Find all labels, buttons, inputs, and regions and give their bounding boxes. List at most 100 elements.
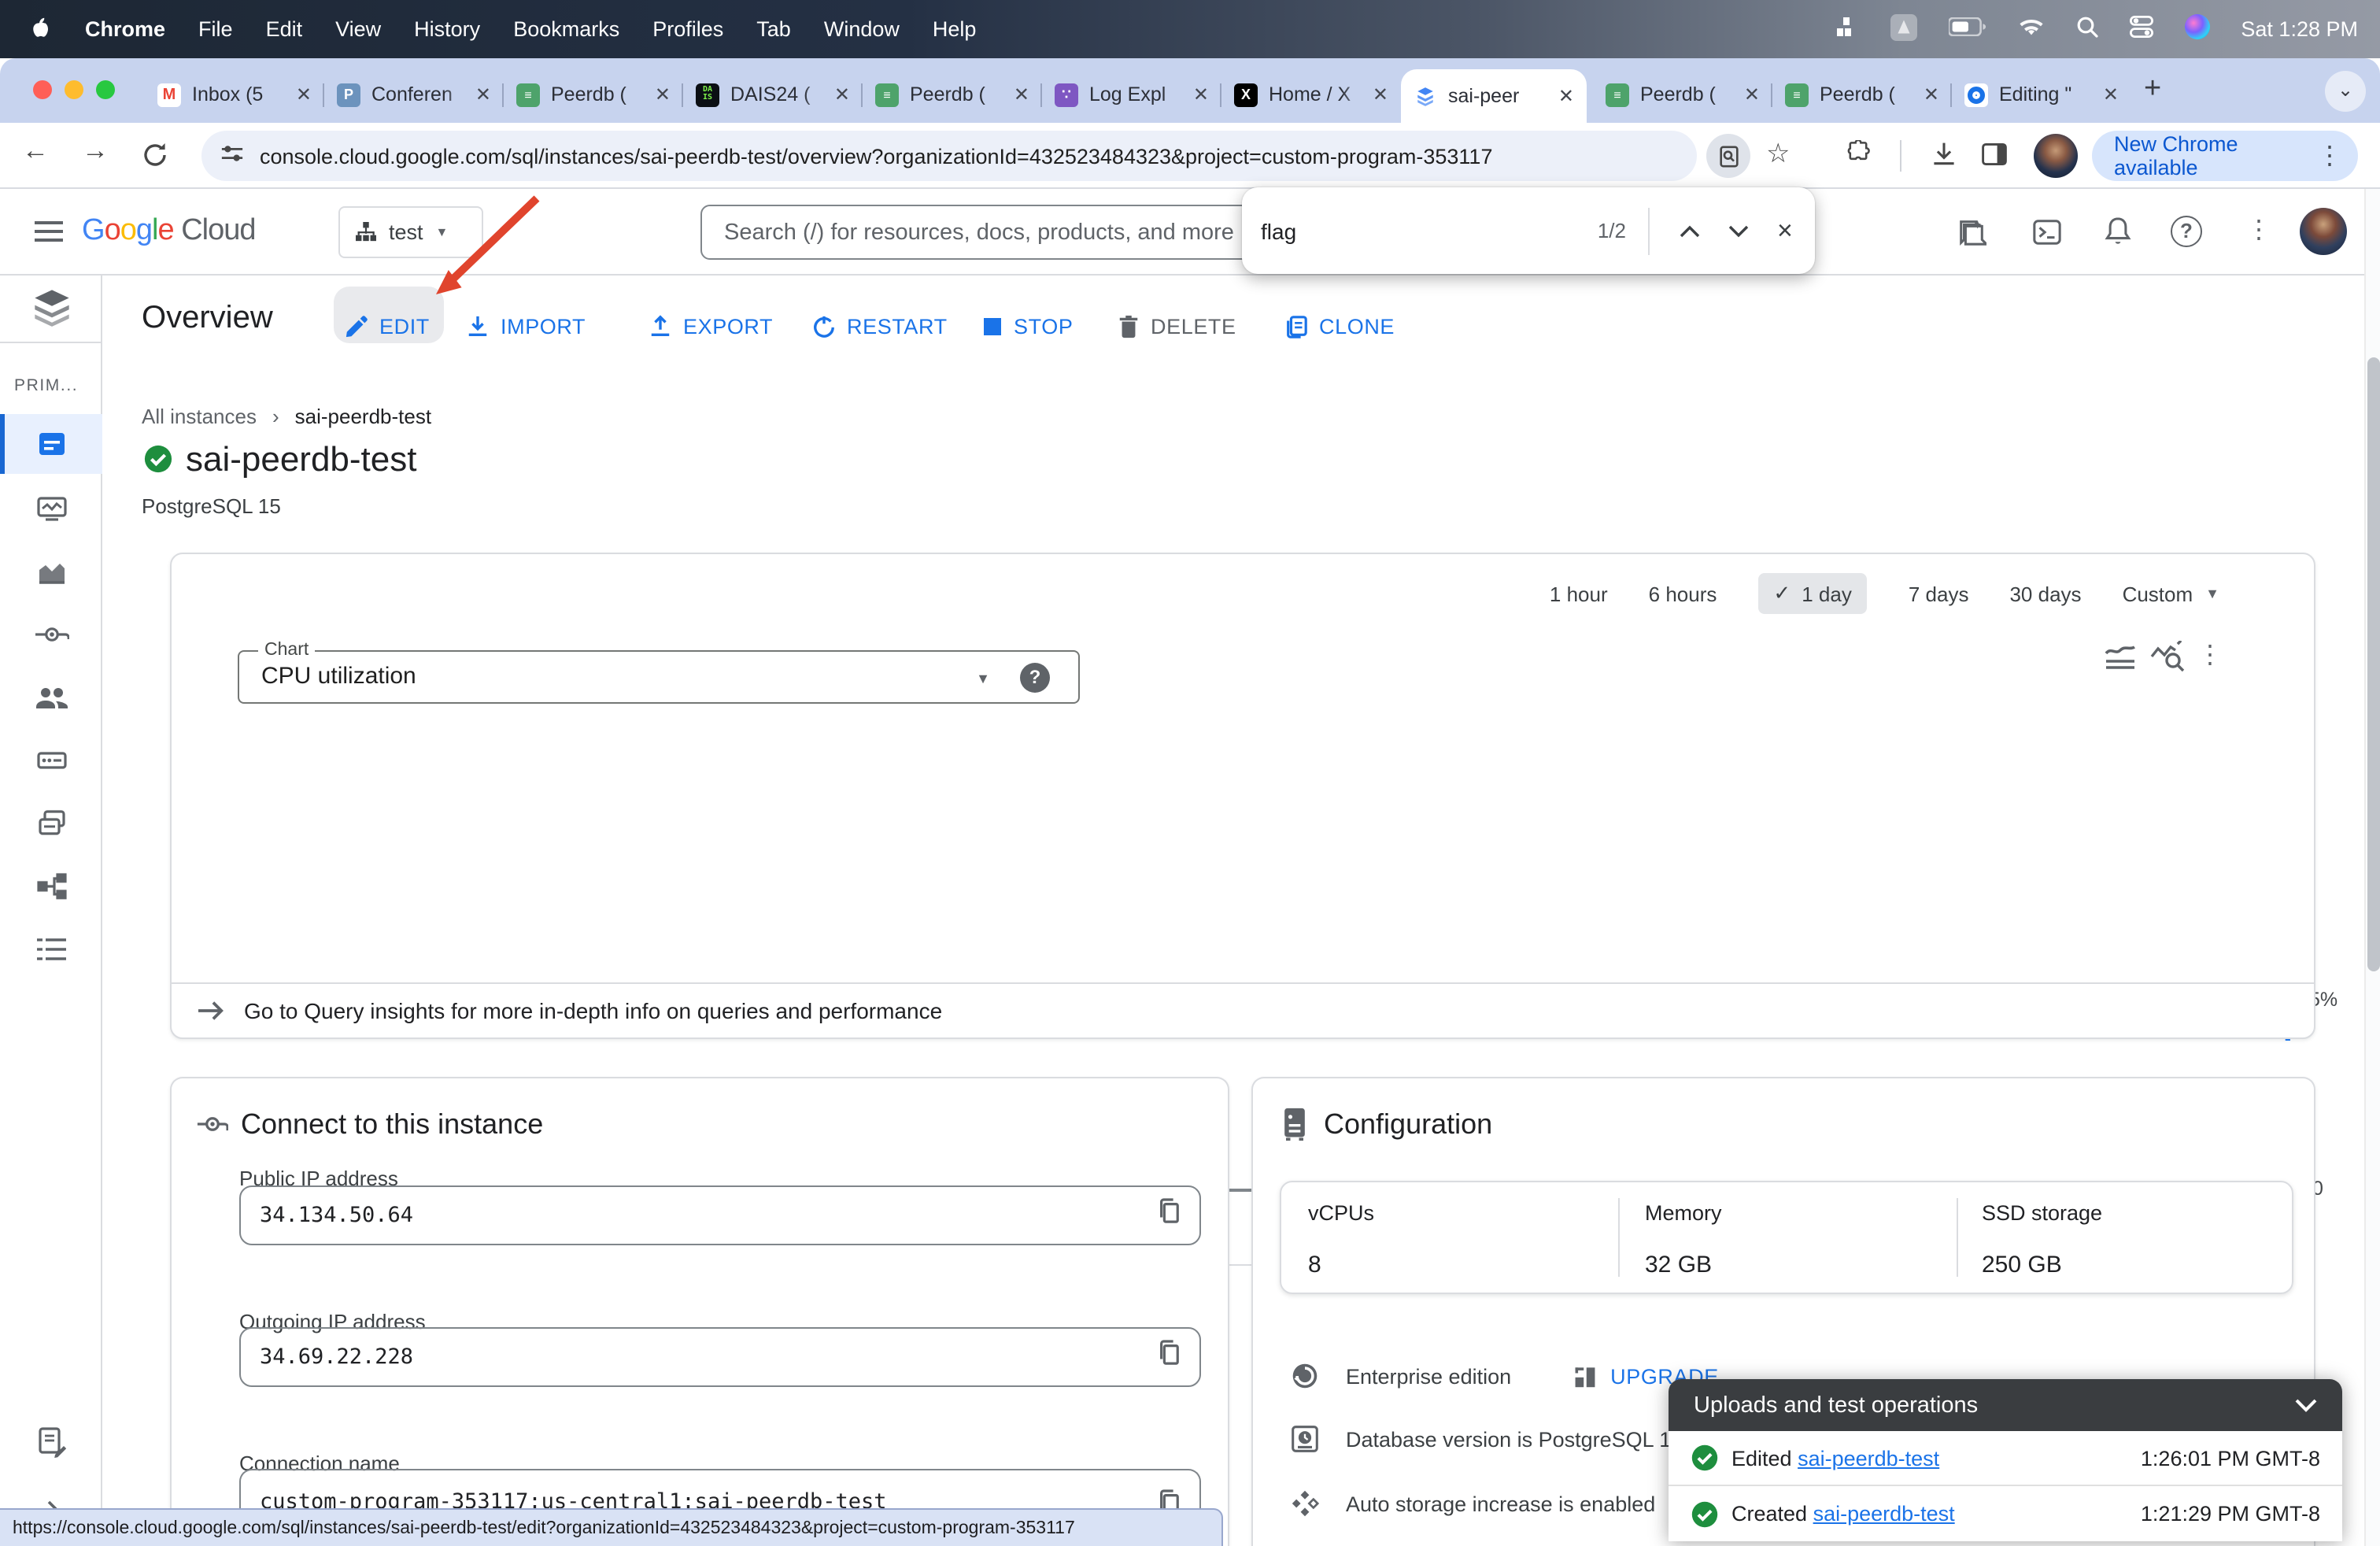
minimize-window-button[interactable] — [65, 80, 83, 99]
downloads-icon[interactable] — [1930, 140, 1958, 176]
close-tab-icon[interactable]: ✕ — [1014, 83, 1029, 105]
reload-icon[interactable] — [142, 142, 168, 176]
spotlight-icon[interactable] — [2075, 16, 2098, 43]
scrollbar-thumb[interactable] — [2367, 357, 2380, 971]
find-in-page-bar[interactable]: 1/2 × — [1242, 187, 1815, 274]
tab-peerdb-4[interactable]: ≡ Peerdb (✕ — [1772, 71, 1952, 118]
sidebar-item-users[interactable] — [0, 668, 102, 727]
site-settings-icon[interactable] — [220, 142, 244, 170]
app-menu-icon[interactable] — [1890, 13, 1917, 45]
side-panel-icon[interactable] — [1980, 140, 2009, 176]
find-in-page-icon[interactable] — [1706, 134, 1750, 178]
menu-file[interactable]: File — [198, 17, 233, 41]
profile-avatar[interactable] — [2034, 134, 2078, 178]
close-tab-icon[interactable]: ✕ — [655, 83, 671, 105]
close-tab-icon[interactable]: ✕ — [1744, 83, 1760, 105]
export-button[interactable]: EXPORT — [649, 298, 773, 354]
back-icon[interactable]: ← — [22, 135, 49, 167]
menu-tab[interactable]: Tab — [756, 17, 791, 41]
forward-icon[interactable]: → — [82, 135, 109, 167]
sidebar-item-databases[interactable] — [0, 730, 102, 790]
menu-profiles[interactable]: Profiles — [652, 17, 723, 41]
sidebar-item-operations[interactable] — [0, 919, 102, 979]
stats-widget-icon[interactable] — [1836, 16, 1858, 43]
close-tab-icon[interactable]: ✕ — [834, 83, 850, 105]
close-tab-icon[interactable]: ✕ — [1924, 83, 1939, 105]
maximize-window-button[interactable] — [96, 80, 115, 99]
outgoing-ip-field[interactable]: 34.69.22.228 — [239, 1327, 1201, 1387]
close-tab-icon[interactable]: ✕ — [1558, 85, 1574, 107]
tab-conference[interactable]: P Conferen ✕ — [324, 71, 504, 118]
sidebar-item-overview[interactable] — [0, 414, 102, 474]
tab-dais24[interactable]: DA IS DAIS24 (✕ — [683, 71, 863, 118]
page-scrollbar[interactable] — [2364, 189, 2380, 1546]
sidebar-item-system-insights[interactable] — [0, 542, 102, 601]
tab-inbox[interactable]: M Inbox (5 ✕ — [145, 71, 324, 118]
copy-icon[interactable] — [1157, 1198, 1181, 1233]
bookmark-star-icon[interactable]: ☆ — [1766, 139, 1791, 170]
sidebar-item-replicas[interactable] — [0, 856, 102, 916]
tab-peerdb-1[interactable]: ≡ Peerdb (✕ — [504, 71, 683, 118]
menu-clock[interactable]: Sat 1:28 PM — [2241, 17, 2358, 41]
tab-x-home[interactable]: X Home / X ✕ — [1221, 71, 1401, 118]
apple-icon[interactable] — [28, 13, 52, 45]
menu-window[interactable]: Window — [824, 17, 900, 41]
siri-icon[interactable] — [2184, 14, 2210, 44]
find-close-icon[interactable]: × — [1763, 215, 1812, 246]
close-window-button[interactable] — [33, 80, 52, 99]
tab-peerdb-2[interactable]: ≡ Peerdb (✕ — [863, 71, 1042, 118]
wifi-icon[interactable] — [2017, 17, 2044, 42]
query-insights-link-row[interactable]: Go to Query insights for more in-depth i… — [170, 982, 2315, 1039]
control-center-icon[interactable] — [2129, 15, 2153, 43]
tab-search-chevron-button[interactable]: ⌄ — [2325, 71, 2366, 112]
find-previous-icon[interactable] — [1665, 216, 1714, 245]
import-button[interactable]: IMPORT — [466, 298, 586, 354]
menu-view[interactable]: View — [335, 17, 381, 41]
clone-button[interactable]: CLONE — [1284, 298, 1395, 354]
account-avatar[interactable] — [2300, 208, 2347, 255]
operation-target-link[interactable]: sai-peerdb-test — [1798, 1446, 1939, 1470]
cloud-shell-icon[interactable] — [2032, 217, 2062, 255]
project-picker[interactable]: test ▼ — [338, 206, 483, 258]
public-ip-field[interactable]: 34.134.50.64 — [239, 1185, 1201, 1245]
notifications-bell-icon[interactable] — [2103, 216, 2133, 255]
sidebar-item-monitoring[interactable] — [0, 479, 102, 538]
release-notes-icon[interactable] — [1957, 217, 1990, 255]
find-next-icon[interactable] — [1714, 216, 1763, 245]
operations-panel-header[interactable]: Uploads and test operations — [1669, 1379, 2342, 1431]
menu-bookmarks[interactable]: Bookmarks — [513, 17, 619, 41]
close-tab-icon[interactable]: ✕ — [1373, 83, 1388, 105]
extensions-icon[interactable] — [1845, 139, 1872, 175]
tab-log-explorer[interactable]: ∵ Log Expl ✕ — [1042, 71, 1221, 118]
find-input[interactable] — [1261, 218, 1544, 243]
close-tab-icon[interactable]: ✕ — [2103, 83, 2119, 105]
google-cloud-logo[interactable]: Google Cloud — [82, 214, 257, 249]
menu-history[interactable]: History — [414, 17, 480, 41]
tab-peerdb-3[interactable]: ≡ Peerdb (✕ — [1593, 71, 1772, 118]
tab-sai-peerdb-active[interactable]: sai-peer ✕ — [1401, 69, 1587, 123]
operation-target-link[interactable]: sai-peerdb-test — [1813, 1502, 1955, 1526]
breadcrumb-all-instances[interactable]: All instances — [142, 405, 257, 428]
menu-help[interactable]: Help — [933, 17, 977, 41]
battery-icon[interactable] — [1947, 17, 1986, 41]
close-tab-icon[interactable]: ✕ — [475, 83, 491, 105]
sidebar-item-release-notes[interactable] — [0, 1412, 102, 1472]
sidebar-item-backups[interactable] — [0, 793, 102, 853]
close-tab-icon[interactable]: ✕ — [296, 83, 312, 105]
delete-button[interactable]: DELETE — [1118, 298, 1236, 354]
help-icon[interactable]: ? — [2171, 216, 2202, 247]
edit-button[interactable]: EDIT — [345, 298, 430, 354]
chrome-update-button[interactable]: New Chrome available ⋮ — [2092, 131, 2358, 181]
stop-button[interactable]: STOP — [982, 298, 1073, 354]
close-tab-icon[interactable]: ✕ — [1193, 83, 1209, 105]
restart-button[interactable]: RESTART — [812, 298, 948, 354]
new-tab-button[interactable]: + — [2144, 72, 2161, 107]
menu-chrome[interactable]: Chrome — [85, 17, 165, 41]
sidebar-item-connections[interactable] — [0, 605, 102, 664]
chrome-menu-icon[interactable]: ⋮ — [2317, 140, 2342, 172]
navigation-menu-icon[interactable] — [35, 220, 63, 250]
url-bar[interactable]: console.cloud.google.com/sql/instances/s… — [201, 131, 1697, 181]
tab-editing[interactable]: Editing " ✕ — [1952, 71, 2131, 118]
more-options-icon[interactable]: ⋮ — [2246, 214, 2271, 246]
menu-edit[interactable]: Edit — [266, 17, 303, 41]
